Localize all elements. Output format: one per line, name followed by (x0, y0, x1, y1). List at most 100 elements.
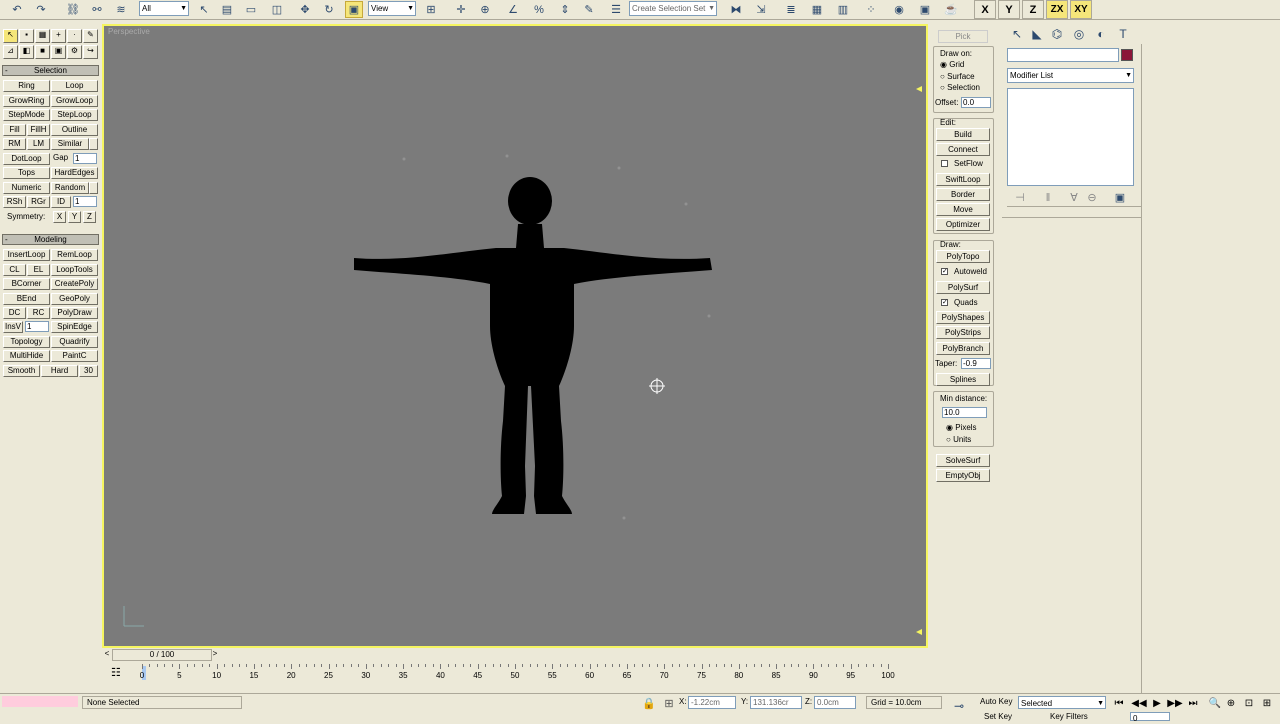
polytopo-button[interactable]: PolyTopo (936, 250, 990, 263)
material-editor-icon[interactable]: ◉ (890, 1, 908, 18)
next-frame-icon[interactable]: ▶▶ (1166, 695, 1184, 712)
bcorner-button[interactable]: BCorner (3, 278, 50, 290)
modify-tab-icon[interactable]: ◣ (1028, 25, 1046, 42)
createpoly-button[interactable]: CreatePoly (51, 278, 98, 290)
smooth-angle-button[interactable]: 30 (79, 365, 98, 377)
utilities-tab-icon[interactable]: T (1114, 25, 1132, 42)
pick-button[interactable]: Pick (938, 30, 988, 43)
modifier-list-dropdown[interactable]: Modifier List ▼ (1007, 68, 1134, 83)
numeric-button[interactable]: Numeric (3, 182, 50, 194)
schematic-icon[interactable]: ⁘ (862, 1, 880, 18)
similar-settings-button[interactable] (89, 138, 98, 150)
pin-stack-icon[interactable]: ⊣ (1011, 189, 1029, 206)
track-ruler[interactable]: 0 5 10 15 20 25 30 35 40 45 50 55 60 65 70 75 80 85 90 95 10… (140, 664, 895, 682)
undo-icon[interactable]: ↶ (8, 1, 26, 18)
connect-button[interactable]: Connect (936, 143, 990, 156)
render-setup-icon[interactable]: ▣ (916, 1, 934, 18)
axis-x-button[interactable]: X (974, 0, 996, 19)
pixels-radio[interactable]: ◉ Pixels (946, 423, 977, 432)
element-mode-icon[interactable]: ▣ (51, 45, 66, 59)
selection-filter-dropdown[interactable]: All ▼ (139, 1, 189, 16)
goto-start-icon[interactable]: ⏮ (1110, 695, 1128, 712)
mirror-icon[interactable]: ⧓ (727, 1, 745, 18)
axis-y-button[interactable]: Y (998, 0, 1020, 19)
rect-selection-icon[interactable]: ▭ (242, 1, 260, 18)
poly-mode-icon[interactable]: ■ (35, 45, 50, 59)
link-icon[interactable]: ⛓ (64, 1, 82, 18)
border-button[interactable]: Border (936, 188, 990, 201)
polydraw-button[interactable]: PolyDraw (51, 307, 98, 319)
rgr-button[interactable]: RGr (27, 196, 50, 208)
rsh-button[interactable]: RSh (3, 196, 26, 208)
create-tab-icon[interactable]: ↖ (1008, 25, 1026, 42)
key-set-dropdown[interactable]: Selected ▼ (1018, 696, 1106, 709)
similar-button[interactable]: Similar (51, 138, 89, 150)
dot-mode-icon[interactable]: · (67, 29, 82, 43)
offset-spinner[interactable]: 0.0 (961, 97, 991, 108)
lock-selection-icon[interactable]: 🔒 (640, 695, 658, 712)
id-spinner[interactable]: 1 (73, 196, 97, 207)
dotloop-button[interactable]: DotLoop (3, 153, 50, 165)
object-color-swatch[interactable] (1121, 49, 1133, 61)
id-button[interactable]: ID (51, 196, 71, 208)
track-bar[interactable]: ☷ 0 5 10 15 20 25 30 35 40 45 50 55 60 65 70 75 80 85 90 95… (102, 662, 928, 686)
loop-button[interactable]: Loop (51, 80, 98, 92)
add-mode-icon[interactable]: + (51, 29, 66, 43)
scale-icon[interactable]: ▣ (345, 1, 363, 18)
fillh-button[interactable]: FillH (27, 124, 50, 136)
axis-zx-button[interactable]: ZX (1046, 0, 1068, 19)
vertex-mode-icon[interactable]: ▪ (19, 29, 34, 43)
emptyobj-button[interactable]: EmptyObj (936, 469, 990, 482)
geopoly-button[interactable]: GeoPoly (51, 293, 98, 305)
remloop-button[interactable]: RemLoop (51, 249, 98, 261)
object-name-field[interactable] (1007, 48, 1119, 62)
splines-button[interactable]: Splines (936, 373, 990, 386)
script-mode-icon[interactable]: ↪ (83, 45, 98, 59)
insv-button[interactable]: InsV (3, 321, 23, 333)
insv-spinner[interactable]: 1 (25, 321, 49, 332)
display-tab-icon[interactable]: ◐ (1092, 25, 1110, 42)
growloop-button[interactable]: GrowLoop (51, 95, 98, 107)
angle-snap-icon[interactable]: ∠ (504, 1, 522, 18)
window-crossing-icon[interactable]: ◫ (268, 1, 286, 18)
stepmode-button[interactable]: StepMode (3, 109, 50, 121)
rotate-icon[interactable]: ↻ (320, 1, 338, 18)
el-button[interactable]: EL (27, 264, 50, 276)
curve-editor-icon[interactable]: ▥ (834, 1, 852, 18)
polybranch-button[interactable]: PolyBranch (936, 342, 990, 355)
named-selection-dropdown[interactable]: Create Selection Set ▼ (629, 1, 717, 16)
align-icon[interactable]: ⇲ (752, 1, 770, 18)
axis-xy-button[interactable]: XY (1070, 0, 1092, 19)
absolute-mode-icon[interactable]: ⊞ (660, 695, 678, 712)
selection-rollout-header[interactable]: - Selection (2, 65, 99, 76)
move-icon[interactable]: ✥ (296, 1, 314, 18)
polyshapes-button[interactable]: PolyShapes (936, 311, 990, 324)
perspective-viewport[interactable]: Perspective (102, 24, 928, 648)
modifier-stack[interactable] (1007, 88, 1134, 186)
looptools-button[interactable]: LoopTools (51, 264, 98, 276)
character-silhouette[interactable] (104, 26, 926, 646)
draw-on-selection-radio[interactable]: ○ Selection (940, 83, 980, 92)
random-settings-button[interactable] (89, 182, 98, 194)
make-unique-icon[interactable]: ∀ (1065, 189, 1083, 206)
key-mode-icon[interactable]: ⊸ (950, 697, 968, 714)
move-button[interactable]: Move (936, 203, 990, 216)
insertloop-button[interactable]: InsertLoop (3, 249, 50, 261)
named-selection-icon[interactable]: ☰ (607, 1, 625, 18)
topology-button[interactable]: Topology (3, 336, 50, 348)
symmetry-z-button[interactable]: Z (83, 211, 96, 223)
select-mode-icon[interactable]: ↖ (3, 29, 18, 43)
configure-modifiers-icon[interactable]: ▣ (1111, 189, 1129, 206)
grid-mode-icon[interactable]: ▦ (35, 29, 50, 43)
layer-manager-icon[interactable]: ≣ (782, 1, 800, 18)
redo-icon[interactable]: ↷ (32, 1, 50, 18)
percent-snap-icon[interactable]: % (530, 1, 548, 18)
draw-on-grid-radio[interactable]: ◉ Grid (940, 60, 964, 69)
polystrips-button[interactable]: PolyStrips (936, 326, 990, 339)
time-slider[interactable]: < 0 / 100 > (102, 648, 928, 662)
prev-frame-icon[interactable]: ◀◀ (1130, 695, 1148, 712)
unlink-icon[interactable]: ⚯ (88, 1, 106, 18)
dc-button[interactable]: DC (3, 307, 26, 319)
growring-button[interactable]: GrowRing (3, 95, 50, 107)
pivot-center-icon[interactable]: ⊞ (422, 1, 440, 18)
